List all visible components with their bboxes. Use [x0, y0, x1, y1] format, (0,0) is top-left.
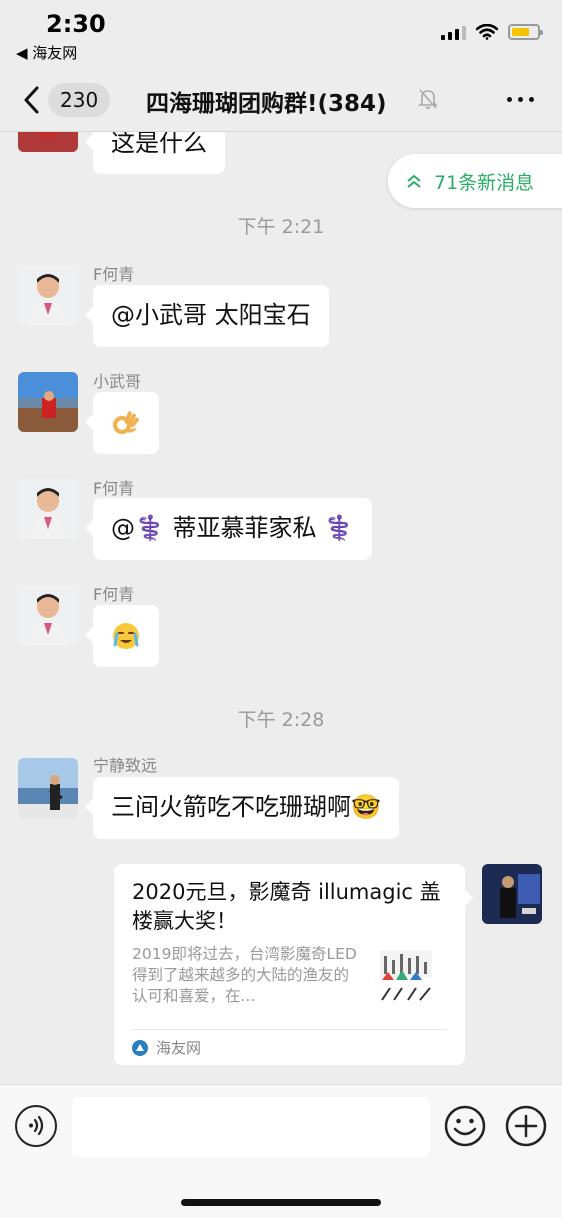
battery-icon	[508, 24, 543, 40]
message-bubble[interactable]	[85, 605, 159, 667]
link-card-thumbnail	[374, 944, 438, 1008]
signal-icon	[441, 24, 466, 40]
sender-name: F何青	[93, 585, 135, 604]
double-chevron-up-icon	[407, 174, 421, 188]
chat-area[interactable]: 这是什么 71条新消息 下午 2:21 F何青 @小武哥 太阳宝石 小武哥 F何…	[0, 132, 562, 1084]
link-card[interactable]: 2020元旦，影魔奇 illumagic 盖楼赢大奖！ 2019即将过去，台湾影…	[114, 864, 473, 1065]
message-text: @小武哥 太阳宝石	[111, 301, 311, 329]
message-bubble[interactable]: 这是什么	[85, 132, 225, 174]
status-bar: 2:30 ◀ 海友网	[0, 0, 562, 70]
status-time: 2:30	[46, 10, 106, 38]
nav-bar: 230 四海珊瑚团购群!(384)	[0, 70, 562, 132]
message-bubble[interactable]: @小武哥 太阳宝石	[85, 285, 329, 347]
link-card-title: 2020元旦，影魔奇 illumagic 盖楼赢大奖！	[132, 880, 441, 933]
message-text: @⚕️ 蒂亚慕菲家私 ⚕️	[111, 514, 355, 542]
unread-count-badge[interactable]: 230	[48, 83, 111, 117]
sender-name: 宁静致远	[93, 756, 158, 775]
sender-name: 小武哥	[93, 372, 142, 391]
avatar[interactable]	[18, 372, 78, 432]
message-bubble[interactable]: @⚕️ 蒂亚慕菲家私 ⚕️	[84, 498, 373, 560]
home-indicator[interactable]	[181, 1199, 381, 1206]
sender-name: F何青	[93, 479, 135, 498]
message-bubble[interactable]: 三间火箭吃不吃珊瑚啊🤓	[85, 777, 399, 839]
new-messages-pill[interactable]: 71条新消息	[388, 154, 562, 208]
avatar[interactable]	[18, 265, 78, 325]
message-input[interactable]	[72, 1097, 430, 1157]
message-text: 这是什么	[111, 132, 207, 157]
avatar[interactable]	[18, 585, 78, 645]
link-card-source: 海友网	[156, 1039, 202, 1057]
back-chevron-icon[interactable]	[22, 86, 42, 114]
ok-hand-emoji-icon	[113, 411, 139, 434]
message-bubble[interactable]	[85, 392, 159, 454]
more-options-icon[interactable]	[507, 97, 534, 102]
plus-button-icon[interactable]	[505, 1105, 547, 1147]
avatar[interactable]	[18, 479, 78, 539]
mute-bell-icon	[418, 89, 438, 109]
wifi-icon	[476, 24, 498, 40]
timestamp: 下午 2:21	[237, 216, 325, 238]
emoji-button-icon[interactable]	[444, 1105, 486, 1147]
avatar[interactable]	[18, 132, 78, 152]
status-icons	[441, 24, 543, 40]
message-text: 三间火箭吃不吃珊瑚啊🤓	[111, 793, 381, 821]
my-avatar[interactable]	[482, 864, 542, 924]
chat-title: 四海珊瑚团购群!(384)	[146, 91, 387, 117]
link-card-description: 2019即将过去，台湾影魔奇LED得到了越来越多的大陆的渔友的认可和喜爱，在..…	[132, 945, 357, 1005]
avatar[interactable]	[18, 758, 78, 818]
new-messages-label: 71条新消息	[434, 171, 535, 194]
input-bar	[0, 1084, 562, 1218]
back-to-app-link[interactable]: ◀ 海友网	[16, 42, 77, 63]
timestamp: 下午 2:28	[237, 709, 325, 731]
crying-face-emoji-icon	[113, 623, 139, 649]
source-logo-icon	[132, 1039, 148, 1056]
voice-icon	[29, 1115, 44, 1136]
voice-input-button[interactable]	[15, 1105, 57, 1147]
sender-name: F何青	[93, 265, 135, 284]
